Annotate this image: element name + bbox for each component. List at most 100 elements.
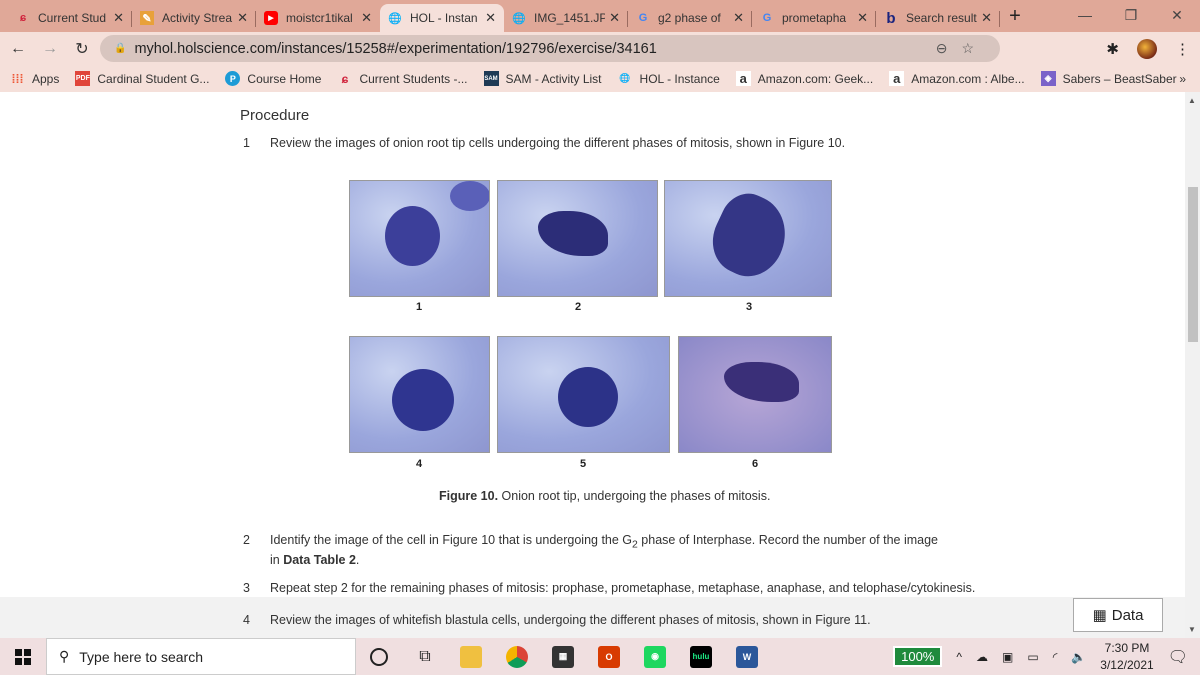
close-window-button[interactable]: ✕ — [1154, 0, 1200, 30]
figure-label-6: 6 — [752, 458, 759, 470]
bookmark-amazon-1[interactable]: a Amazon.com: Geek... — [735, 71, 873, 86]
bookmark-sam[interactable]: SAM SAM - Activity List — [483, 71, 602, 86]
spotify-icon[interactable]: ◉ — [632, 638, 678, 675]
file-explorer-icon[interactable] — [448, 638, 494, 675]
back-button[interactable]: ← — [4, 40, 32, 58]
tab-prometaphase[interactable]: Gprometapha ✕ — [752, 4, 876, 32]
globe-icon: 🌐 — [619, 73, 631, 83]
forward-button[interactable]: → — [36, 40, 64, 58]
more-bookmarks-button[interactable]: » — [1179, 72, 1186, 86]
extensions-icon[interactable]: ✱ — [1106, 40, 1119, 58]
google-icon: G — [638, 12, 648, 24]
close-icon[interactable]: ✕ — [485, 10, 496, 26]
wifi-icon[interactable]: ◜ — [1053, 650, 1058, 664]
beastsaber-icon: ◈ — [1040, 71, 1056, 86]
restore-button[interactable]: ❐ — [1108, 0, 1154, 30]
tab-current-students[interactable]: ɕ Current Stud ✕ — [8, 4, 132, 32]
cortana-button[interactable] — [356, 638, 402, 675]
tab-img[interactable]: 🌐 IMG_1451.JP ✕ — [504, 4, 628, 32]
bookmark-current-students[interactable]: ɕ Current Students -... — [337, 71, 468, 86]
amazon-icon: a — [735, 71, 751, 86]
step-4: 4 Review the images of whitefish blastula… — [243, 613, 871, 627]
meet-now-icon[interactable]: ▣ — [1002, 650, 1013, 664]
youtube-icon: ▶ — [264, 11, 278, 25]
close-icon[interactable]: ✕ — [609, 10, 620, 26]
close-icon[interactable]: ✕ — [113, 10, 124, 26]
pearson-icon: P — [225, 71, 241, 86]
chevron-up-icon[interactable]: ^ — [956, 650, 962, 664]
tab-g2-phase[interactable]: Gg2 phase of ✕ — [628, 4, 752, 32]
pencil-icon: ✎ — [140, 11, 154, 25]
store-icon[interactable]: ▦ — [540, 638, 586, 675]
page-title: Procedure — [240, 107, 310, 124]
sam-icon: SAM — [483, 71, 499, 86]
minimize-button[interactable]: — — [1062, 0, 1108, 30]
bookmark-star-icon[interactable]: ☆ — [961, 40, 988, 56]
scrollbar-thumb[interactable] — [1188, 187, 1198, 342]
cardinal-logo-icon: ɕ — [19, 12, 27, 24]
windows-start-button[interactable] — [0, 648, 46, 665]
close-icon[interactable]: ✕ — [237, 10, 248, 26]
figure-image-5 — [497, 336, 670, 453]
figure-image-6 — [678, 336, 832, 453]
chrome-icon[interactable] — [494, 638, 540, 675]
amazon-icon: a — [889, 71, 905, 86]
step-1: 1 Review the images of onion root tip cel… — [243, 136, 846, 150]
onedrive-icon[interactable]: ☁ — [976, 650, 988, 664]
menu-icon[interactable]: ⋮ — [1175, 40, 1190, 58]
scroll-up-icon[interactable]: ▲ — [1188, 96, 1196, 105]
taskbar-search-input[interactable]: ⚲ Type here to search — [46, 638, 356, 675]
word-icon[interactable]: W — [724, 638, 770, 675]
cardinal-logo-icon: ɕ — [341, 71, 349, 86]
figure-label-4: 4 — [416, 458, 423, 470]
taskbar: ⚲ Type here to search ⧉ ▦ O ◉ hulu W 100%… — [0, 638, 1200, 675]
battery-indicator[interactable]: 100% — [893, 646, 943, 667]
battery-icon[interactable]: ▭ — [1027, 650, 1038, 664]
volume-icon[interactable]: 🔈 — [1071, 650, 1086, 664]
figure-label-5: 5 — [580, 458, 587, 470]
data-button[interactable]: ▦ Data — [1073, 598, 1163, 632]
tab-hol-instance[interactable]: 🌐 HOL - Instan ✕ — [380, 4, 504, 32]
new-tab-button[interactable]: + — [1000, 5, 1030, 28]
globe-icon: 🌐 — [512, 12, 526, 25]
scroll-down-icon[interactable]: ▼ — [1188, 625, 1196, 634]
close-icon[interactable]: ✕ — [857, 10, 868, 26]
pdf-icon: PDF — [75, 71, 91, 86]
close-icon[interactable]: ✕ — [361, 10, 372, 26]
bookmark-cardinal[interactable]: PDF Cardinal Student G... — [75, 71, 209, 86]
office-icon[interactable]: O — [586, 638, 632, 675]
google-icon: G — [762, 12, 772, 24]
bookmark-course-home[interactable]: P Course Home — [225, 71, 321, 86]
bookmark-amazon-2[interactable]: a Amazon.com : Albe... — [889, 71, 1025, 86]
notifications-icon[interactable]: 🗨 — [1168, 647, 1188, 667]
search-icon: ⚲ — [59, 648, 70, 664]
close-icon[interactable]: ✕ — [981, 10, 992, 26]
figure-image-2 — [497, 180, 658, 297]
reload-button[interactable]: ↻ — [68, 39, 96, 59]
table-icon: ▦ — [1092, 607, 1107, 624]
scrollbar[interactable]: ▲ ▼ — [1185, 92, 1200, 638]
address-bar[interactable]: 🔒 myhol.holscience.com/instances/15258#/e… — [100, 35, 1000, 62]
tab-activity-stream[interactable]: ✎ Activity Strea ✕ — [132, 4, 256, 32]
lock-icon: 🔒 — [114, 43, 127, 54]
system-tray: 100% ^ ☁ ▣ ▭ ◜ 🔈 7:30 PM 3/12/2021 🗨 — [893, 638, 1200, 675]
figure-image-1 — [349, 180, 490, 297]
tab-youtube[interactable]: ▶ moistcr1tikal ✕ — [256, 4, 380, 32]
zoom-icon[interactable]: ⊖ — [936, 40, 962, 56]
bookmark-apps[interactable]: ⁞⁞⁞ Apps — [10, 71, 60, 86]
figure-label-1: 1 — [416, 301, 423, 313]
clock[interactable]: 7:30 PM 3/12/2021 — [1100, 640, 1153, 674]
tab-search-results[interactable]: b Search result ✕ — [876, 4, 1000, 32]
close-icon[interactable]: ✕ — [733, 10, 744, 26]
hulu-icon[interactable]: hulu — [678, 638, 724, 675]
tab-strip: ɕ Current Stud ✕ ✎ Activity Strea ✕ ▶ moistcr… — [0, 0, 1200, 32]
apps-grid-icon: ⁞⁞⁞ — [11, 71, 24, 86]
avatar[interactable] — [1137, 38, 1157, 59]
figure-label-2: 2 — [575, 301, 582, 313]
bing-icon: b — [886, 9, 896, 27]
bookmark-beastsaber[interactable]: ◈ Sabers – BeastSaber — [1040, 71, 1177, 86]
task-view-button[interactable]: ⧉ — [402, 638, 448, 675]
bookmark-hol[interactable]: 🌐 HOL - Instance — [618, 71, 719, 86]
figure-image-3 — [664, 180, 832, 297]
figure-caption: Figure 10. Onion root tip, undergoing th… — [439, 489, 771, 503]
